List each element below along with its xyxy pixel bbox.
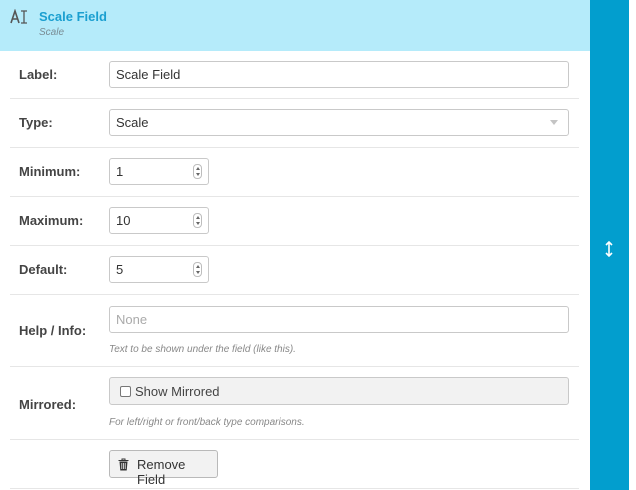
field-title: Scale Field [39, 9, 107, 24]
type-row: Type: Scale [10, 99, 579, 148]
help-info-label: Help / Info: [19, 323, 87, 338]
field-header: Scale Field Scale [0, 0, 590, 51]
spinner-icon[interactable] [193, 262, 202, 277]
minimum-input[interactable]: 1 [109, 158, 209, 185]
minimum-row: Minimum: 1 [10, 148, 579, 197]
resize-sidebar[interactable] [590, 0, 629, 490]
default-label: Default: [19, 262, 68, 277]
remove-row: Remove Field [10, 440, 579, 489]
type-select-value: Scale [116, 115, 149, 130]
default-value: 5 [116, 262, 124, 277]
trash-icon [118, 458, 129, 471]
resize-vertical-icon[interactable] [604, 241, 614, 257]
spinner-icon[interactable] [193, 213, 202, 228]
field-settings-form: Label: Scale Field Type: Scale Minimum: … [10, 51, 579, 489]
label-label: Label: [19, 67, 58, 82]
label-input[interactable]: Scale Field [109, 61, 569, 88]
spinner-icon[interactable] [193, 164, 202, 179]
show-mirrored-toggle[interactable]: Show Mirrored [109, 377, 569, 405]
remove-field-button[interactable]: Remove Field [109, 450, 218, 487]
maximum-value: 10 [116, 213, 131, 228]
default-input[interactable]: 5 [109, 256, 209, 283]
label-row: Label: Scale Field [10, 51, 579, 99]
show-mirrored-label[interactable]: Show Mirrored [135, 384, 220, 399]
mirrored-row: Mirrored: Show Mirrored For left/right o… [10, 367, 579, 440]
text-field-icon [10, 9, 27, 24]
chevron-down-icon [550, 120, 558, 125]
field-subtitle: Scale [39, 27, 65, 38]
maximum-row: Maximum: 10 [10, 197, 579, 246]
maximum-label: Maximum: [19, 213, 84, 228]
maximum-input[interactable]: 10 [109, 207, 209, 234]
type-label: Type: [19, 115, 53, 130]
default-row: Default: 5 [10, 246, 579, 295]
mirrored-hint: For left/right or front/back type compar… [109, 417, 305, 428]
show-mirrored-checkbox[interactable] [120, 386, 131, 397]
remove-field-label: Remove Field [137, 457, 186, 487]
help-info-hint: Text to be shown under the field (like t… [109, 344, 296, 355]
minimum-label: Minimum: [19, 164, 81, 179]
type-select[interactable]: Scale [109, 109, 569, 136]
minimum-value: 1 [116, 164, 124, 179]
help-info-row: Help / Info: None Text to be shown under… [10, 295, 579, 367]
help-info-input[interactable]: None [109, 306, 569, 333]
mirrored-label: Mirrored: [19, 397, 77, 412]
